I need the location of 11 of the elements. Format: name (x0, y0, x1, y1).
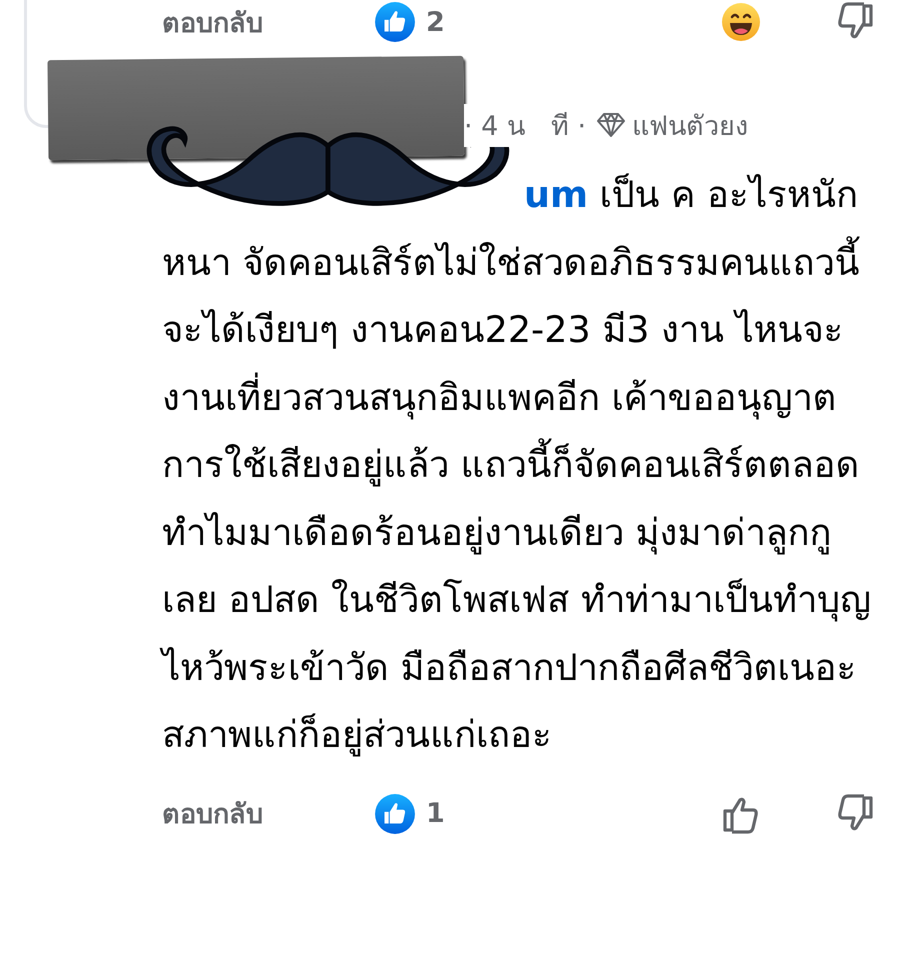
author-link[interactable]: um (524, 173, 588, 216)
reply-link[interactable]: ตอบกลับ (162, 0, 374, 44)
reaction-count: 2 (426, 6, 445, 38)
reaction-count: 1 (426, 798, 445, 829)
thumbs-down-icon[interactable] (835, 794, 875, 834)
reply-link[interactable]: ตอบกลับ (162, 792, 374, 835)
diamond-icon (596, 112, 626, 138)
laughing-emoji-icon[interactable] (721, 2, 761, 42)
like-reaction-icon (374, 792, 416, 834)
like-reaction-icon (374, 1, 416, 43)
comment-text: um เป็น ค อะไรหนักหนา จัดคอนเสิร์ตไม่ใช่สวดอภิธรรมคนแถวนี้ จะได้เงียบๆ งานคอน22-23 มี3 งาน ไหนจะงานเที่ยวสวนสนุกอิมแพคอีก เค้าขออนุญาตการใช้เสียงอยู่แล้ว แถวนี้ก็จัดคอนเสิร์ตตลอด ทำไมมาเดือดร้อนอยู่งานเดียว มุ่งมาด่าลูกกูเลย อปสด ในชีวิตโพสเฟส ทำท่ามาเป็นทำบุญไหว้พระเข้าวัด มือถือสากปากถือศีลชีวิตเนอะสภาพแก่ก็อยู่ส่วนแก่เถอะ (162, 161, 875, 768)
